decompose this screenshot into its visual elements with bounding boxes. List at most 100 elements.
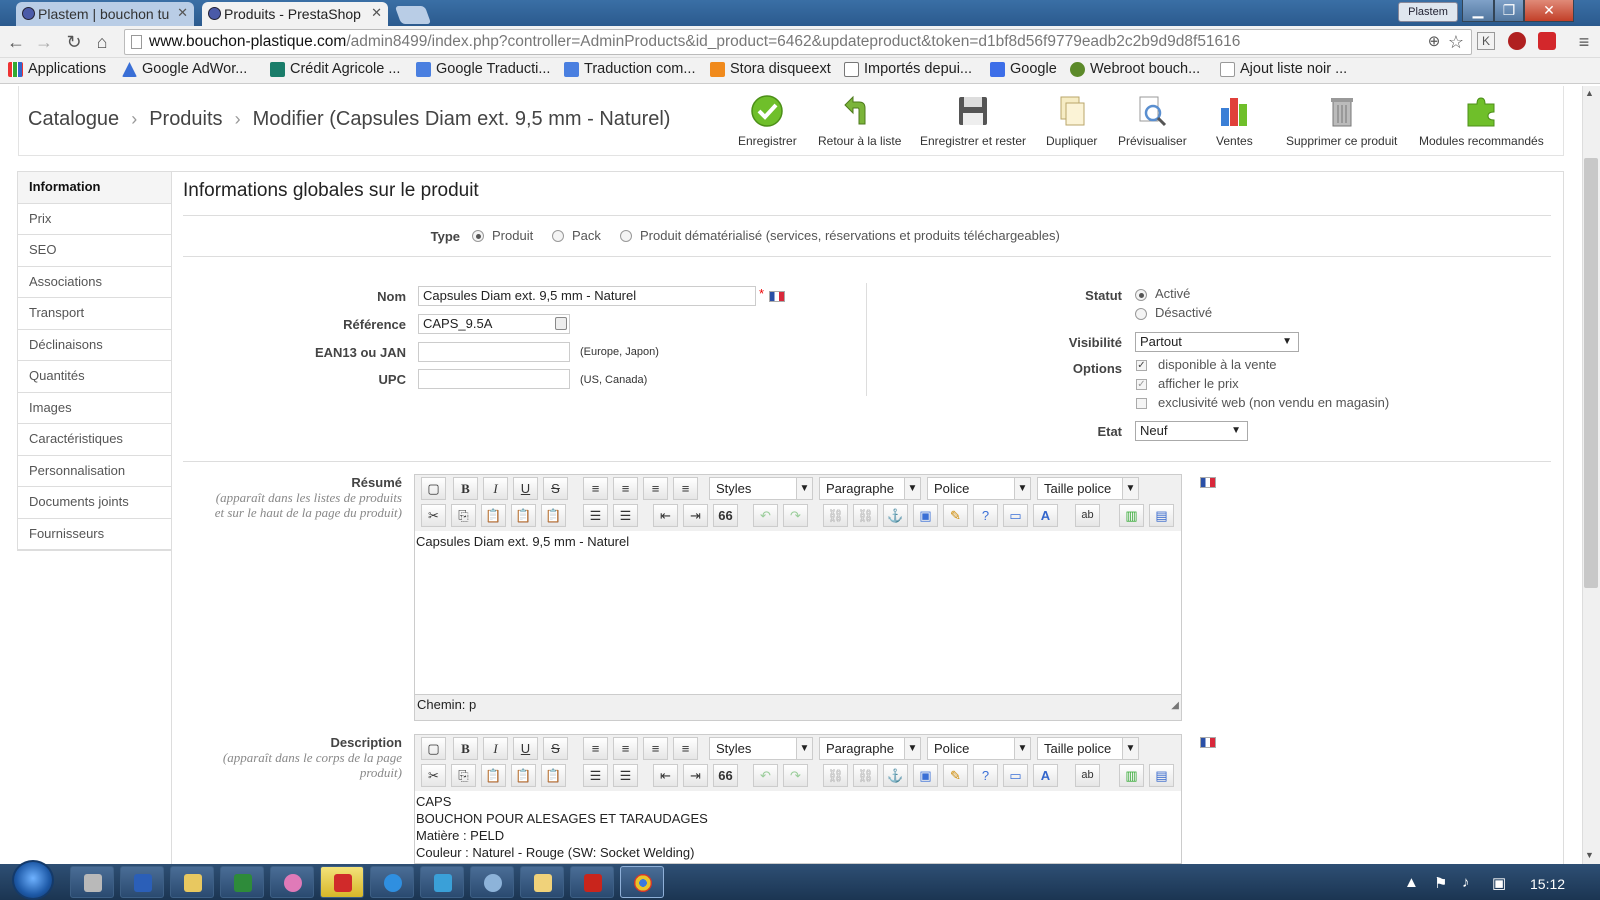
zoom-icon[interactable]: ⊕ [1424,32,1444,52]
volume-icon[interactable]: ♪ [1462,874,1470,891]
forward-arrow-icon[interactable]: → [34,32,54,52]
bookmark-apps[interactable]: Applications [8,61,106,77]
image-icon[interactable]: ▣ [913,764,938,787]
html-icon[interactable]: ▭ [1003,504,1028,527]
media-icon[interactable]: ▥ [1119,504,1144,527]
breadcrumb-produits[interactable]: Produits [149,108,222,130]
flag-icon[interactable]: ⚑ [1434,874,1447,892]
reload-icon[interactable]: ↻ [64,32,84,52]
profile-button[interactable]: Plastem [1398,2,1458,22]
align-justify-icon[interactable]: ≡ [673,737,698,760]
recommended-modules-button[interactable]: Modules recommandés [1419,94,1544,148]
tab-plastem[interactable]: Plastem | bouchon tu ✕ [16,2,194,26]
paragraph-dropdown[interactable]: Paragraphe ▼ [819,737,921,760]
styles-dropdown[interactable]: Styles ▼ [709,737,813,760]
sidebar-item-prix[interactable]: Prix [18,203,171,235]
paste-word-icon[interactable]: 📋 [541,764,566,787]
bullet-list-icon[interactable]: ☰ [583,504,608,527]
undo-icon[interactable]: ↶ [753,504,778,527]
anchor-icon[interactable]: ⚓ [883,504,908,527]
taskbar-internet-explorer[interactable] [370,866,414,898]
sidebar-item-associations[interactable]: Associations [18,266,171,298]
blockquote-button[interactable]: 66 [713,764,738,787]
bookmark-star-icon[interactable]: ☆ [1446,32,1466,52]
taskbar-app-pink[interactable] [270,866,314,898]
bookmark-google[interactable]: Google [990,61,1057,77]
taskbar-app-globe[interactable] [470,866,514,898]
upc-input[interactable] [418,369,570,389]
start-button[interactable] [12,860,54,900]
bold-button[interactable]: B [453,737,478,760]
visibility-select[interactable]: Partout ▼ [1135,332,1299,352]
extension-puzzle-icon[interactable] [1538,32,1556,50]
italic-button[interactable]: I [483,477,508,500]
new-document-icon[interactable]: ▢ [421,477,446,500]
taskbar-chrome[interactable] [620,866,664,898]
redo-icon[interactable]: ↷ [783,764,808,787]
show-price-checkbox[interactable]: ✓ [1136,379,1147,390]
paste-text-icon[interactable]: 📋 [511,764,536,787]
sidebar-item-caracteristiques[interactable]: Caractéristiques [18,424,171,456]
editor-content[interactable]: CAPS BOUCHON POUR ALESAGES ET TARAUDAGES M… [415,791,1181,863]
bookmark-webroot[interactable]: Webroot bouch... [1070,61,1200,77]
anchor-icon[interactable]: ⚓ [883,764,908,787]
french-flag-icon[interactable] [1200,477,1216,488]
bold-button[interactable]: B [453,477,478,500]
link-icon[interactable]: ⛓ [823,504,848,527]
font-size-dropdown[interactable]: Taille police ▼ [1037,737,1139,760]
status-active-radio[interactable] [1135,289,1147,301]
sales-button[interactable]: Ventes [1216,94,1253,148]
sidebar-item-personnalisation[interactable]: Personnalisation [18,455,171,487]
italic-button[interactable]: I [483,737,508,760]
status-inactive-radio[interactable] [1135,308,1147,320]
sidebar-item-fournisseurs[interactable]: Fournisseurs [18,518,171,550]
template-icon[interactable]: ▤ [1149,504,1174,527]
close-window-button[interactable]: ✕ [1524,0,1574,22]
bookmark-google-translate[interactable]: Google Traducti... [416,61,550,77]
breadcrumb-catalogue[interactable]: Catalogue [28,108,119,130]
bookmark-stora[interactable]: Stora disqueext [710,61,831,77]
scroll-down-icon[interactable]: ▼ [1585,850,1594,860]
outdent-icon[interactable]: ⇤ [653,504,678,527]
redo-icon[interactable]: ↷ [783,504,808,527]
align-right-icon[interactable]: ≡ [643,737,668,760]
underline-button[interactable]: U [513,737,538,760]
sidebar-item-quantites[interactable]: Quantités [18,361,171,393]
paste-text-icon[interactable]: 📋 [511,504,536,527]
save-and-stay-button[interactable]: Enregistrer et rester [920,94,1026,148]
underline-button[interactable]: U [513,477,538,500]
bookmark-adwords[interactable]: Google AdWor... [122,61,247,77]
blockquote-button[interactable]: 66 [713,504,738,527]
highlight-color-icon[interactable]: ab [1075,504,1100,527]
text-color-icon[interactable]: A [1033,504,1058,527]
taskbar-explorer-tools[interactable] [70,866,114,898]
name-input[interactable]: Capsules Diam ext. 9,5 mm - Naturel [418,286,756,306]
unlink-icon[interactable]: ⛓ [853,764,878,787]
extension-red-icon[interactable] [1508,32,1526,50]
bookmark-credit-agricole[interactable]: Crédit Agricole ... [270,61,400,77]
numbered-list-icon[interactable]: ☰ [613,764,638,787]
template-icon[interactable]: ▤ [1149,764,1174,787]
bookmark-liste-noir[interactable]: Ajout liste noir ... [1220,61,1347,77]
strikethrough-button[interactable]: S [543,477,568,500]
undo-icon[interactable]: ↶ [753,764,778,787]
align-center-icon[interactable]: ≡ [613,737,638,760]
image-icon[interactable]: ▣ [913,504,938,527]
new-document-icon[interactable]: ▢ [421,737,446,760]
new-tab-button[interactable] [394,6,432,24]
ean13-input[interactable] [418,342,570,362]
font-size-dropdown[interactable]: Taille police ▼ [1037,477,1139,500]
paste-word-icon[interactable]: 📋 [541,504,566,527]
indent-icon[interactable]: ⇥ [683,764,708,787]
home-icon[interactable]: ⌂ [92,32,112,52]
close-icon[interactable]: ✕ [371,5,382,21]
html-icon[interactable]: ▭ [1003,764,1028,787]
tab-produits[interactable]: Produits - PrestaShop ✕ [202,2,388,26]
align-center-icon[interactable]: ≡ [613,477,638,500]
back-to-list-button[interactable]: Retour à la liste [818,94,901,148]
preview-button[interactable]: Prévisualiser [1118,94,1187,148]
taskbar-acrobat[interactable] [570,866,614,898]
close-icon[interactable]: ✕ [177,5,188,21]
duplicate-button[interactable]: Dupliquer [1046,94,1097,148]
taskbar-app-highlighted[interactable] [320,866,364,898]
